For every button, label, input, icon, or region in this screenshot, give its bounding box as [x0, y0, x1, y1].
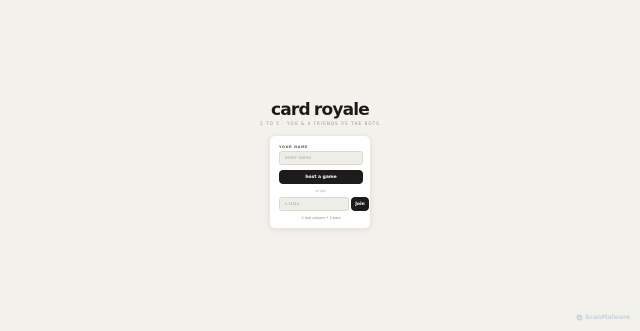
brand-header: card royale 2 TO 5 · YOU & 4 FRIENDS VS T… [0, 100, 640, 127]
room-code-input[interactable] [279, 197, 349, 211]
name-label: YOUR NAME [279, 145, 309, 149]
join-button[interactable]: Join [351, 197, 369, 211]
tagline: 2 TO 5 · YOU & 4 FRIENDS VS THE BOTS [260, 121, 380, 126]
watermark-text: ScanMalware [585, 314, 630, 321]
logo-text-left: card [270, 100, 311, 120]
shield-scan-icon [576, 314, 583, 321]
logo: card royale [0, 100, 640, 120]
logo-text-right: royale [313, 100, 370, 120]
or-join-divider: or join [315, 189, 327, 193]
host-game-button[interactable]: host a game [279, 170, 363, 184]
name-input[interactable] [279, 151, 363, 165]
join-card: YOUR NAME host a game or join Join 2 rea… [269, 135, 371, 229]
player-count-info: 2 real players • 2 bots [301, 216, 341, 220]
watermark: ScanMalware [576, 314, 630, 321]
